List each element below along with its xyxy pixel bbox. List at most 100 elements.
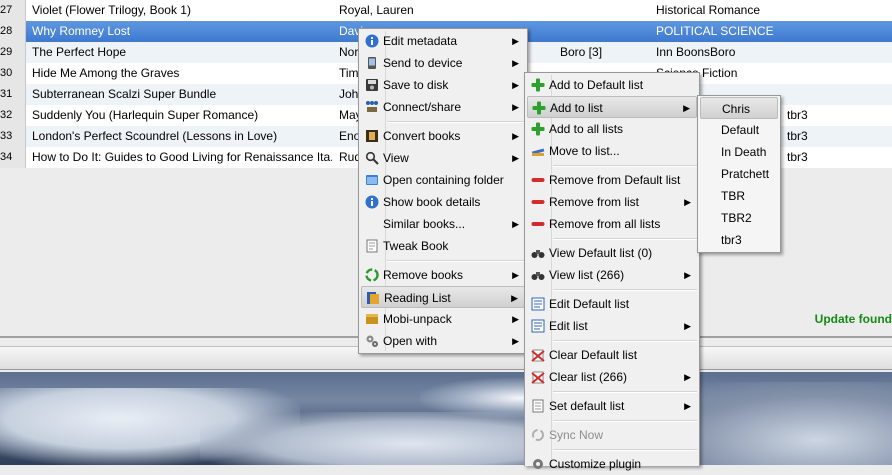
menu-item-edit-default-list[interactable]: Edit Default list [527, 293, 697, 315]
menu-item-list-pratchett[interactable]: Pratchett [700, 163, 778, 185]
menu-item-view-default-list[interactable]: View Default list (0) [527, 242, 697, 264]
plus-icon [531, 122, 545, 136]
menu-item-list-in-death[interactable]: In Death [700, 141, 778, 163]
submenu-arrow-icon: ▶ [684, 197, 691, 207]
reading-list-submenu: Add to Default list Add to list ▶ Add to … [524, 72, 700, 471]
menu-item-sync-now[interactable]: Sync Now [527, 424, 697, 446]
table-row[interactable]: 27 Violet (Flower Trilogy, Book 1) Royal… [0, 0, 892, 21]
menu-item-set-default-list[interactable]: Set default list ▶ [527, 395, 697, 417]
menu-item-view-list[interactable]: View list (266) ▶ [527, 264, 697, 286]
menu-separator [553, 391, 697, 393]
update-status[interactable]: Update found [815, 312, 892, 326]
menu-item-clear-default-list[interactable]: Clear Default list [527, 344, 697, 366]
title-cell: Hide Me Among the Graves [32, 66, 180, 80]
row-number: 28 [0, 21, 26, 42]
menu-item-connect-share[interactable]: Connect/share ▶ [361, 96, 525, 118]
gears-icon [366, 335, 378, 347]
menu-item-similar-books[interactable]: Similar books... ▶ [361, 213, 525, 235]
clear-icon [531, 349, 545, 362]
row-number: 31 [0, 84, 26, 105]
menu-item-convert-books[interactable]: Convert books ▶ [361, 125, 525, 147]
submenu-arrow-icon: ▶ [683, 103, 690, 113]
menu-item-move-to-list[interactable]: Move to list... [527, 140, 697, 162]
menu-item-reading-list[interactable]: Reading List ▶ [361, 286, 525, 308]
minus-icon [531, 178, 545, 182]
list-cell: tbr3 [787, 129, 808, 143]
menu-item-list-chris[interactable]: Chris [700, 97, 778, 119]
tags-cell: Historical Romance [656, 3, 761, 17]
sync-icon [532, 429, 544, 441]
row-number: 33 [0, 126, 26, 147]
menu-item-list-tbr3[interactable]: tbr3 [700, 229, 778, 251]
menu-item-remove-from-default-list[interactable]: Remove from Default list [527, 169, 697, 191]
menu-item-save-to-disk[interactable]: Save to disk ▶ [361, 74, 525, 96]
desktop-wallpaper [0, 372, 892, 465]
menu-item-remove-books[interactable]: Remove books ▶ [361, 264, 525, 286]
row-number: 32 [0, 105, 26, 126]
menu-item-open-containing-folder[interactable]: Open containing folder [361, 169, 525, 191]
info-icon [365, 34, 379, 48]
disk-icon [366, 79, 378, 91]
list-cell: tbr3 [787, 150, 808, 164]
menu-item-mobi-unpack[interactable]: Mobi-unpack ▶ [361, 308, 525, 330]
menu-separator [553, 449, 697, 451]
menu-item-show-book-details[interactable]: Show book details [361, 191, 525, 213]
binoculars-icon [531, 250, 545, 258]
folder-icon [366, 175, 378, 185]
reading-list-icon [367, 292, 379, 304]
submenu-arrow-icon: ▶ [512, 36, 519, 46]
row-number: 34 [0, 147, 26, 168]
info-icon [365, 195, 379, 209]
plus-icon [532, 101, 546, 115]
submenu-arrow-icon: ▶ [512, 153, 519, 163]
menu-item-list-tbr2[interactable]: TBR2 [700, 207, 778, 229]
menu-item-edit-list[interactable]: Edit list ▶ [527, 315, 697, 337]
submenu-arrow-icon: ▶ [512, 80, 519, 90]
submenu-arrow-icon: ▶ [512, 270, 519, 280]
menu-separator [553, 289, 697, 291]
submenu-arrow-icon: ▶ [684, 270, 691, 280]
menu-item-add-to-all-lists[interactable]: Add to all lists [527, 118, 697, 140]
title-cell: London's Perfect Scoundrel (Lessons in L… [32, 129, 278, 143]
menu-item-clear-list[interactable]: Clear list (266) ▶ [527, 366, 697, 388]
menu-item-tweak-book[interactable]: Tweak Book [361, 235, 525, 257]
convert-icon [366, 130, 378, 142]
submenu-arrow-icon: ▶ [512, 219, 519, 229]
menu-item-customize-plugin[interactable]: Customize plugin [527, 453, 697, 475]
menu-item-view[interactable]: View ▶ [361, 147, 525, 169]
title-cell: Why Romney Lost [32, 24, 131, 38]
edit-list-icon [531, 319, 545, 333]
menu-item-remove-from-all-lists[interactable]: Remove from all lists [527, 213, 697, 235]
menu-separator [387, 121, 525, 123]
menu-item-list-tbr[interactable]: TBR [700, 185, 778, 207]
recycle-icon [365, 268, 379, 282]
book-context-menu: Edit metadata ▶ Send to device ▶ Save to d… [358, 28, 528, 354]
menu-item-send-to-device[interactable]: Send to device ▶ [361, 52, 525, 74]
menu-separator [387, 260, 525, 262]
menu-separator [553, 165, 697, 167]
network-icon [366, 101, 378, 112]
menu-item-list-default[interactable]: Default [700, 119, 778, 141]
menu-item-edit-metadata[interactable]: Edit metadata ▶ [361, 30, 525, 52]
device-icon [368, 57, 376, 69]
tweak-icon [366, 239, 378, 253]
submenu-arrow-icon: ▶ [512, 131, 519, 141]
submenu-arrow-icon: ▶ [684, 401, 691, 411]
magnifier-icon [365, 151, 379, 165]
submenu-arrow-icon: ▶ [512, 314, 519, 324]
menu-item-open-with[interactable]: Open with ▶ [361, 330, 525, 352]
row-number: 30 [0, 63, 26, 84]
menu-item-add-to-list[interactable]: Add to list ▶ [527, 96, 697, 118]
plus-icon [531, 78, 545, 92]
submenu-arrow-icon: ▶ [511, 293, 518, 303]
gear-icon [533, 459, 543, 469]
menu-item-add-to-default-list[interactable]: Add to Default list [527, 74, 697, 96]
unpack-icon [366, 314, 378, 324]
title-cell: The Perfect Hope [32, 45, 127, 59]
menu-item-remove-from-list[interactable]: Remove from list ▶ [527, 191, 697, 213]
row-number: 27 [0, 0, 26, 21]
submenu-arrow-icon: ▶ [512, 102, 519, 112]
list-icon [532, 399, 544, 413]
clear-icon [531, 371, 545, 384]
submenu-arrow-icon: ▶ [684, 321, 691, 331]
